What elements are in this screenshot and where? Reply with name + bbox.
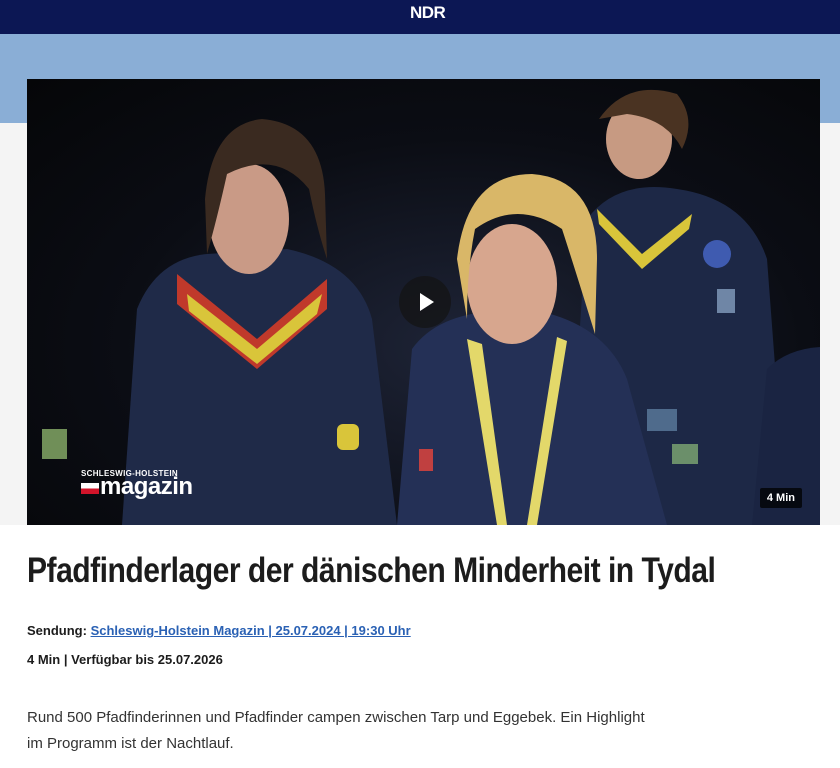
duration-badge: 4 Min [759,488,802,508]
broadcast-logo: SCHLESWIG-HOLSTEIN magazin [81,469,193,500]
play-icon [420,293,434,311]
sendung-line: Sendung: Schleswig-Holstein Magazin | 25… [27,623,411,638]
teaser-text: Rund 500 Pfadfinderinnen und Pfadfinder … [27,705,707,757]
availability-info: 4 Min | Verfügbar bis 25.07.2026 [27,652,223,667]
top-navigation-bar: NDR [0,0,840,34]
video-player[interactable]: SCHLESWIG-HOLSTEIN magazin 4 Min [27,79,820,525]
article-title: Pfadfinderlager der dänischen Minderheit… [27,551,716,590]
broadcast-logo-name: magazin [100,473,193,500]
flag-icon [81,483,99,494]
teaser-line-1: Rund 500 Pfadfinderinnen und Pfadfinder … [27,709,645,726]
sendung-label: Sendung: [27,623,87,638]
play-button[interactable] [399,276,451,328]
ndr-logo[interactable]: NDR [410,3,446,23]
teaser-line-2: im Programm ist der Nachtlauf. [27,735,234,752]
sendung-link[interactable]: Schleswig-Holstein Magazin | 25.07.2024 … [91,623,411,638]
